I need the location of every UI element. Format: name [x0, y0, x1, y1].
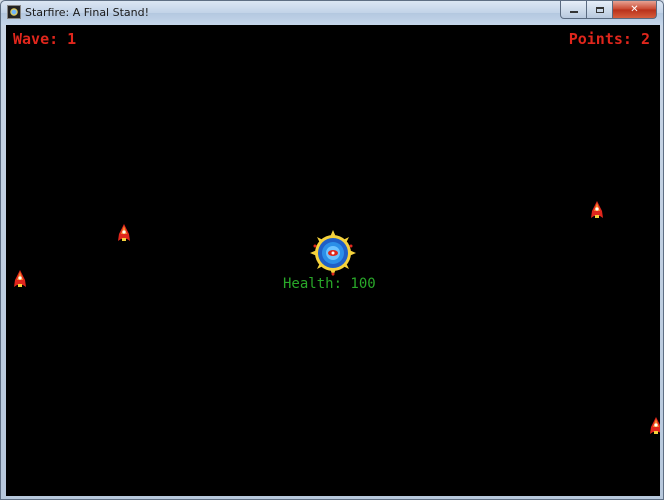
- window-title: Starfire: A Final Stand!: [25, 6, 150, 19]
- space-station-icon: [310, 230, 356, 276]
- close-button[interactable]: ✕: [613, 1, 657, 19]
- app-window: Starfire: A Final Stand! ✕ Wave: 1 Point…: [0, 0, 664, 500]
- maximize-button[interactable]: [587, 1, 613, 19]
- enemy-ship-icon: [14, 270, 26, 287]
- points-counter: Points: 2: [568, 30, 650, 48]
- enemy-ship-icon: [650, 417, 660, 434]
- enemy-ship-icon: [591, 201, 603, 218]
- close-icon: ✕: [630, 4, 639, 15]
- app-icon[interactable]: [7, 5, 21, 19]
- enemy-ship-icon: [118, 224, 130, 241]
- health-readout: Health: 100: [283, 276, 376, 292]
- maximize-icon: [595, 6, 604, 13]
- title-bar[interactable]: Starfire: A Final Stand! ✕: [1, 1, 663, 25]
- wave-counter: Wave: 1: [13, 30, 77, 48]
- minimize-button[interactable]: [560, 1, 587, 19]
- minimize-icon: [569, 11, 578, 13]
- game-canvas[interactable]: Wave: 1 Points: 2 Health: 100: [6, 25, 660, 496]
- window-controls: ✕: [560, 1, 657, 19]
